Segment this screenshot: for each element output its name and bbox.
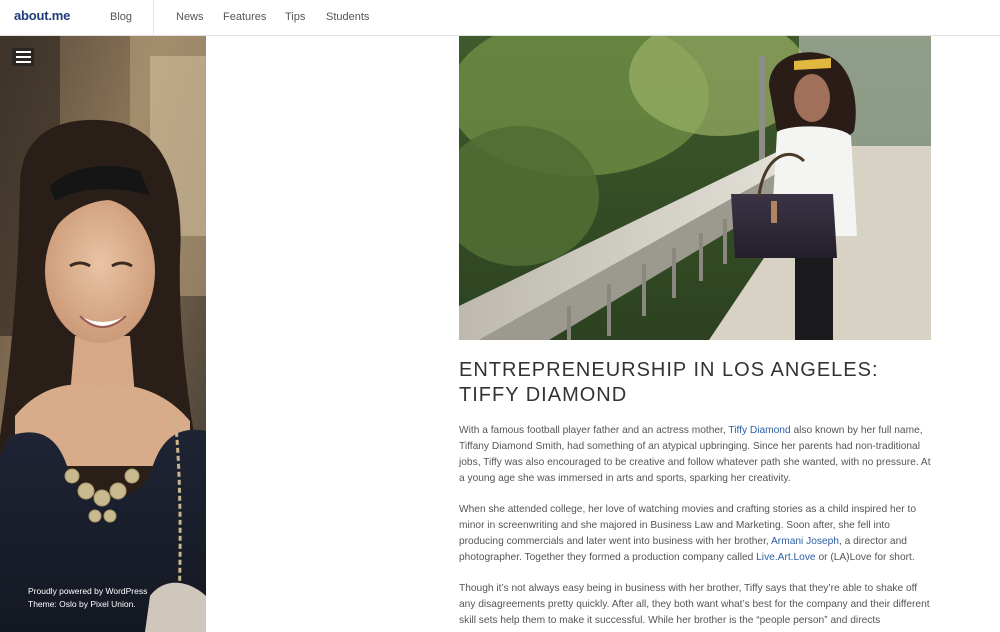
about-me-logo[interactable]: about.me <box>14 8 70 23</box>
article-paragraph-3: Though it’s not always easy being in bus… <box>459 583 930 626</box>
live-art-love-link[interactable]: Live.Art.Love <box>756 552 815 563</box>
nav-blog[interactable]: Blog <box>110 11 132 23</box>
armani-joseph-link[interactable]: Armani Joseph <box>771 536 839 547</box>
top-navigation: about.me Blog News Features Tips Student… <box>0 0 1000 36</box>
article-title-line-1: ENTREPRENEURSHIP IN LOS ANGELES: <box>459 359 879 381</box>
powered-by-text[interactable]: Proudly powered by WordPress <box>28 585 147 598</box>
nav-news[interactable]: News <box>176 11 204 23</box>
article-paragraph-2: When she attended college, her love of w… <box>459 504 916 563</box>
article-hero-image <box>459 36 931 340</box>
article-title-line-2: TIFFY DIAMOND <box>459 384 628 406</box>
nav-divider <box>153 0 154 35</box>
hamburger-menu-icon[interactable] <box>12 48 34 66</box>
tiffy-diamond-link[interactable]: Tiffy Diamond <box>728 425 790 436</box>
article-title: ENTREPRENEURSHIP IN LOS ANGELES: TIFFY D… <box>459 358 931 408</box>
nav-features[interactable]: Features <box>223 11 266 23</box>
theme-credit-text[interactable]: Theme: Oslo by Pixel Union. <box>28 598 147 611</box>
sidebar-portrait-photo <box>0 36 206 632</box>
sidebar: Proudly powered by WordPress Theme: Oslo… <box>0 36 206 632</box>
hero-photo-illustration <box>459 36 931 340</box>
article-paragraph-1: With a famous football player father and… <box>459 425 931 484</box>
nav-students[interactable]: Students <box>326 11 369 23</box>
footer-credits: Proudly powered by WordPress Theme: Oslo… <box>28 585 147 611</box>
nav-tips[interactable]: Tips <box>285 11 305 23</box>
article-body: With a famous football player father and… <box>459 423 931 632</box>
